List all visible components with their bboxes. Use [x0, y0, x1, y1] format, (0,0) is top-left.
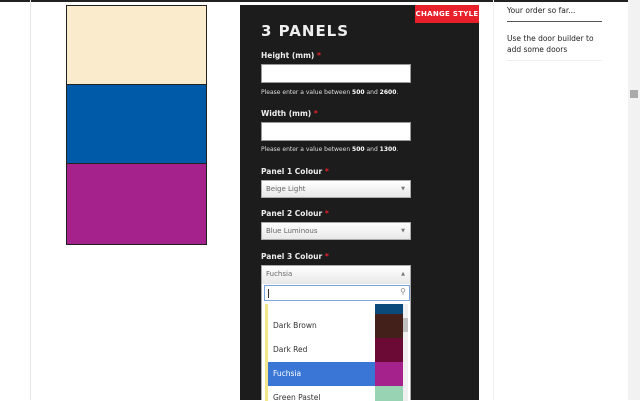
divider — [30, 0, 31, 400]
order-empty-message: Use the door builder to add some doors — [507, 33, 602, 61]
chevron-up-icon: ▲ — [401, 271, 405, 277]
page-scrollbar[interactable] — [628, 0, 640, 400]
selected-value: Fuchsia — [266, 270, 293, 278]
colour-option[interactable]: Dark Red — [268, 338, 375, 362]
panel3-colour-dropdown[interactable]: Fuchsia ▲ ⚲ Dark Brown Dark Red Fuchsia G… — [261, 265, 411, 401]
scrollbar-thumb[interactable] — [403, 318, 408, 332]
selected-value: Beige Light — [266, 185, 306, 193]
colour-swatch — [375, 338, 403, 362]
panel2-colour-label: Panel 2 Colour * — [261, 209, 329, 218]
colour-option[interactable]: Dark Brown — [268, 314, 375, 338]
chevron-down-icon: ▼ — [401, 186, 405, 192]
width-label: Width (mm) * — [261, 109, 318, 118]
colour-swatch — [375, 386, 403, 401]
colour-swatch — [375, 314, 403, 338]
search-icon: ⚲ — [400, 287, 406, 296]
width-input[interactable] — [261, 122, 411, 141]
door-panel-1 — [67, 6, 206, 85]
height-label: Height (mm) * — [261, 51, 321, 60]
colour-option[interactable] — [268, 304, 375, 314]
door-panel-2 — [67, 85, 206, 164]
door-builder-panel: CHANGE STYLE 3 PANELS Height (mm) * Plea… — [240, 5, 479, 401]
panel1-colour-label: Panel 1 Colour * — [261, 167, 329, 176]
required-marker: * — [316, 51, 321, 60]
colour-options-list: Dark Brown Dark Red Fuchsia Green Pastel — [265, 304, 408, 401]
divider — [493, 0, 494, 400]
height-input[interactable] — [261, 64, 411, 83]
door-preview — [66, 5, 207, 245]
list-scrollbar[interactable] — [403, 304, 408, 401]
panel3-colour-label: Panel 3 Colour * — [261, 252, 329, 261]
panel2-colour-select[interactable]: Blue Luminous ▼ — [261, 222, 411, 240]
door-panel-3 — [67, 164, 206, 244]
scrollbar-thumb[interactable] — [630, 90, 638, 98]
required-marker: * — [313, 109, 318, 118]
order-heading: Your order so far... — [507, 6, 602, 22]
page-title: 3 PANELS — [261, 22, 350, 40]
height-label-text: Height (mm) — [261, 51, 315, 60]
colour-swatch — [375, 304, 403, 314]
dropdown-search-input[interactable]: ⚲ — [264, 285, 410, 301]
colour-option[interactable]: Green Pastel — [268, 386, 375, 401]
panel3-colour-select[interactable]: Fuchsia ▲ — [262, 266, 410, 284]
text-caret — [268, 289, 269, 298]
width-help: Please enter a value between 500 and 130… — [261, 146, 399, 153]
browser-top-edge — [0, 0, 640, 2]
colour-option-selected[interactable]: Fuchsia — [268, 362, 375, 386]
panel1-colour-select[interactable]: Beige Light ▼ — [261, 180, 411, 198]
chevron-down-icon: ▼ — [401, 228, 405, 234]
change-style-button[interactable]: CHANGE STYLE — [415, 5, 479, 23]
selected-value: Blue Luminous — [266, 227, 318, 235]
height-help: Please enter a value between 500 and 260… — [261, 89, 399, 96]
width-label-text: Width (mm) — [261, 109, 312, 118]
colour-swatch — [375, 362, 403, 386]
